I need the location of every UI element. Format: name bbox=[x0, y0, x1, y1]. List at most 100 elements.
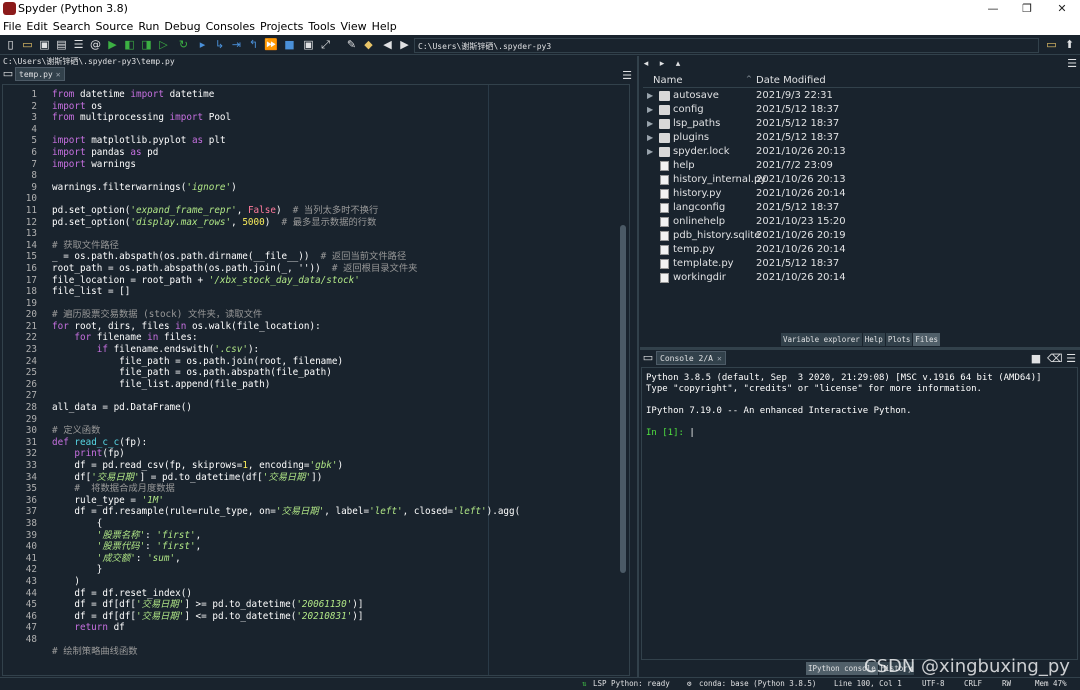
clear-console-icon[interactable]: ⌫ bbox=[1047, 353, 1063, 365]
code-line[interactable]: { bbox=[52, 518, 618, 530]
menu-projects[interactable]: Projects bbox=[257, 18, 305, 33]
code-line[interactable]: df = df.resample(rule=rule_type, on='交易日… bbox=[52, 506, 618, 518]
stop-debug-icon[interactable]: ■ bbox=[283, 38, 296, 51]
code-line[interactable] bbox=[52, 634, 618, 646]
code-area[interactable]: from datetime import datetime import os fr… bbox=[52, 89, 618, 657]
code-line[interactable]: df = df[df['交易日期'] <= pd.to_datetime('20… bbox=[52, 611, 618, 623]
code-line[interactable]: # 将数据合成月度数据 bbox=[52, 483, 618, 495]
tab-variable-explorer[interactable]: Variable explorer bbox=[781, 333, 862, 346]
files-back-icon[interactable]: ◂ bbox=[640, 58, 652, 70]
code-line[interactable]: import os bbox=[52, 101, 618, 113]
code-line[interactable]: rule_type = '1M' bbox=[52, 495, 618, 507]
code-editor[interactable]: 1 2 3 4 5 6 7 8 9 10 11 12 13 14 15 16 17 18 19 20 21 22 23 24 2… bbox=[2, 84, 630, 676]
code-line[interactable]: } bbox=[52, 564, 618, 576]
files-options-icon[interactable]: ☰ bbox=[1066, 58, 1078, 70]
run-cell-advance-icon[interactable]: ◨ bbox=[140, 38, 153, 51]
code-line[interactable]: df['交易日期'] = pd.to_datetime(df['交易日期']) bbox=[52, 472, 618, 484]
expand-arrow-icon[interactable]: ▶ bbox=[647, 117, 655, 131]
tab-plots[interactable]: Plots bbox=[885, 333, 913, 346]
editor-options-icon[interactable]: ☰ bbox=[621, 70, 633, 82]
code-line[interactable] bbox=[52, 170, 618, 182]
code-line[interactable]: def read_c_c(fp): bbox=[52, 437, 618, 449]
pane-splitter[interactable] bbox=[637, 56, 639, 690]
python-path-icon[interactable]: ◆ bbox=[362, 38, 375, 51]
code-line[interactable]: print(fp) bbox=[52, 448, 618, 460]
code-line[interactable]: all_data = pd.DataFrame() bbox=[52, 402, 618, 414]
at-icon[interactable]: @ bbox=[89, 38, 102, 51]
code-line[interactable]: import warnings bbox=[52, 159, 618, 171]
file-row[interactable]: help 2021/7/2 23:09 bbox=[643, 159, 1080, 173]
close-window-button[interactable]: ✕ bbox=[1047, 0, 1077, 18]
code-line[interactable] bbox=[52, 414, 618, 426]
code-line[interactable]: import matplotlib.pyplot as plt bbox=[52, 135, 618, 147]
new-file-icon[interactable]: ▯ bbox=[4, 38, 17, 51]
editor-scrollbar[interactable] bbox=[620, 225, 626, 573]
file-row[interactable]: langconfig 2021/5/12 18:37 bbox=[643, 201, 1080, 215]
menu-file[interactable]: File bbox=[0, 18, 23, 33]
file-row[interactable]: temp.py 2021/10/26 20:14 bbox=[643, 243, 1080, 257]
menu-consoles[interactable]: Consoles bbox=[203, 18, 257, 33]
tab-help[interactable]: Help bbox=[862, 333, 885, 346]
file-row[interactable]: onlinehelp 2021/10/23 15:20 bbox=[643, 215, 1080, 229]
code-line[interactable]: df = df[df['交易日期'] >= pd.to_datetime('20… bbox=[52, 599, 618, 611]
console-options-icon[interactable]: ☰ bbox=[1065, 353, 1077, 365]
file-row[interactable]: ▶ lsp_paths 2021/5/12 18:37 bbox=[643, 117, 1080, 131]
parent-dir-icon[interactable]: ⬆ bbox=[1063, 38, 1076, 51]
horizontal-splitter[interactable] bbox=[640, 347, 1080, 350]
code-line[interactable] bbox=[52, 193, 618, 205]
rerun-icon[interactable]: ↻ bbox=[177, 38, 190, 51]
run-selection-icon[interactable]: ▷ bbox=[157, 38, 170, 51]
menu-tools[interactable]: Tools bbox=[305, 18, 337, 33]
preferences-icon[interactable]: ✎ bbox=[345, 38, 358, 51]
code-line[interactable]: pd.set_option('expand_frame_repr', False… bbox=[52, 205, 618, 217]
maximize-button[interactable]: ❐ bbox=[1012, 0, 1042, 18]
back-icon[interactable]: ◀ bbox=[381, 38, 394, 51]
code-line[interactable]: file_list.append(file_path) bbox=[52, 379, 618, 391]
code-line[interactable]: '股票名称': 'first', bbox=[52, 530, 618, 542]
file-row[interactable]: template.py 2021/5/12 18:37 bbox=[643, 257, 1080, 271]
debug-icon[interactable]: ▸ bbox=[196, 38, 209, 51]
run-icon[interactable]: ▶ bbox=[106, 38, 119, 51]
code-line[interactable]: file_path = os.path.join(root, filename) bbox=[52, 356, 618, 368]
stop-kernel-icon[interactable]: ■ bbox=[1030, 353, 1042, 365]
console-output[interactable]: Python 3.8.5 (default, Sep 3 2020, 21:29… bbox=[646, 373, 1042, 439]
lsp-status[interactable]: LSP Python: ready bbox=[593, 679, 670, 688]
file-row[interactable]: history_internal.py 2021/10/26 20:13 bbox=[643, 173, 1080, 187]
run-cell-icon[interactable]: ◧ bbox=[123, 38, 136, 51]
code-line[interactable]: for root, dirs, files in os.walk(file_lo… bbox=[52, 321, 618, 333]
code-line[interactable]: '股票代码': 'first', bbox=[52, 541, 618, 553]
code-line[interactable]: df = df.reset_index() bbox=[52, 588, 618, 600]
conda-status[interactable]: conda: base (Python 3.8.5) bbox=[699, 679, 816, 688]
file-row[interactable]: pdb_history.sqlite 2021/10/26 20:19 bbox=[643, 229, 1080, 243]
code-line[interactable]: df = pd.read_csv(fp, skiprows=1, encodin… bbox=[52, 460, 618, 472]
menu-view[interactable]: View bbox=[337, 18, 368, 33]
minimize-button[interactable]: — bbox=[978, 0, 1008, 18]
expand-arrow-icon[interactable]: ▶ bbox=[647, 103, 655, 117]
browse-folder-icon[interactable]: ▭ bbox=[1045, 38, 1058, 51]
ipython-console[interactable]: Python 3.8.5 (default, Sep 3 2020, 21:29… bbox=[641, 367, 1078, 660]
code-line[interactable]: ) bbox=[52, 576, 618, 588]
code-line[interactable]: warnings.filterwarnings('ignore') bbox=[52, 182, 618, 194]
file-row[interactable]: workingdir 2021/10/26 20:14 bbox=[643, 271, 1080, 285]
menu-help[interactable]: Help bbox=[369, 18, 399, 33]
file-row[interactable]: ▶ config 2021/5/12 18:37 bbox=[643, 103, 1080, 117]
expand-arrow-icon[interactable]: ▶ bbox=[647, 89, 655, 103]
debug-into-icon[interactable]: ⇥ bbox=[230, 38, 243, 51]
code-line[interactable]: file_path = os.path.abspath(file_path) bbox=[52, 367, 618, 379]
debug-continue-icon[interactable]: ⏩ bbox=[264, 38, 278, 51]
code-line[interactable]: import pandas as pd bbox=[52, 147, 618, 159]
tab-files[interactable]: Files bbox=[913, 333, 940, 346]
code-line[interactable]: # 遍历股票交易数据 (stock) 文件夹，读取文件 bbox=[52, 309, 618, 321]
console-browse-icon[interactable]: ▭ bbox=[642, 352, 654, 364]
file-row[interactable]: ▶ autosave 2021/9/3 22:31 bbox=[643, 89, 1080, 103]
debug-return-icon[interactable]: ↰ bbox=[247, 38, 260, 51]
column-name-header[interactable]: Name bbox=[653, 75, 683, 86]
close-tab-icon[interactable]: ✕ bbox=[56, 70, 61, 79]
code-line[interactable] bbox=[52, 390, 618, 402]
maximize-pane-icon[interactable]: ▣ bbox=[302, 38, 315, 51]
file-row[interactable]: history.py 2021/10/26 20:14 bbox=[643, 187, 1080, 201]
code-line[interactable]: file_location = root_path + '/xbx_stock_… bbox=[52, 275, 618, 287]
forward-icon[interactable]: ▶ bbox=[398, 38, 411, 51]
expand-arrow-icon[interactable]: ▶ bbox=[647, 145, 655, 159]
code-line[interactable]: # 定义函数 bbox=[52, 425, 618, 437]
